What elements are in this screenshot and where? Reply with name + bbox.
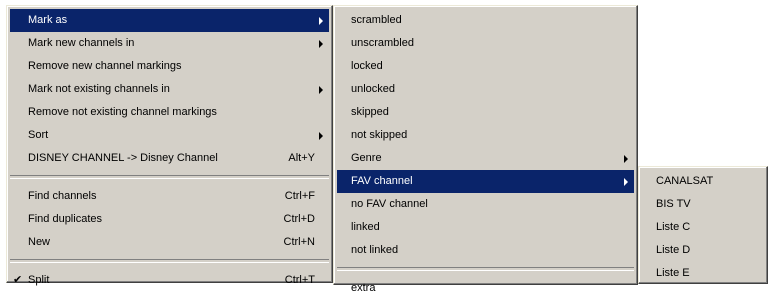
menu-item-skipped[interactable]: skipped (337, 101, 634, 124)
menu-item-label: Sort (28, 129, 49, 141)
menu-item-find-channels[interactable]: Find channels Ctrl+F (10, 185, 329, 208)
menu-item-label: Mark new channels in (28, 37, 135, 49)
menu-item-label: unscrambled (351, 37, 414, 49)
menu-item-fav-list[interactable]: Liste D (642, 239, 764, 262)
menu-item-label: BIS TV (656, 198, 691, 210)
mark-as-submenu: scrambled unscrambled locked unlocked sk… (333, 5, 638, 291)
shortcut-label: Ctrl+N (283, 236, 315, 248)
menu-item-label: scrambled (351, 14, 402, 26)
menu-item-label: Liste E (656, 267, 690, 279)
menu-item-split[interactable]: ✔ Split Ctrl+T (10, 269, 329, 292)
menu-item-label: no FAV channel (351, 198, 428, 210)
menu-item-label: locked (351, 60, 383, 72)
menu-item-label: FAV channel (351, 175, 413, 187)
menu-item-locked[interactable]: locked (337, 55, 634, 78)
menu-item-genre[interactable]: Genre (337, 147, 634, 170)
shortcut-label: Ctrl+D (283, 213, 315, 225)
menu-item-fav-list[interactable]: BIS TV (642, 193, 764, 216)
shortcut-label: Alt+Y (288, 152, 315, 164)
menu-item-label: Remove not existing channel markings (28, 106, 217, 118)
menu-separator (10, 175, 329, 179)
menu-item-mark-new-channels-in[interactable]: Mark new channels in (10, 32, 329, 55)
submenu-arrow-icon (319, 86, 323, 94)
menu-item-unscrambled[interactable]: unscrambled (337, 32, 634, 55)
menu-item-fav-channel[interactable]: FAV channel (337, 170, 634, 193)
fav-channel-submenu: CANALSAT BIS TV Liste C Liste D Liste E (638, 166, 768, 284)
submenu-arrow-icon (319, 132, 323, 140)
menu-item-label: Liste D (656, 244, 691, 256)
menu-item-new[interactable]: New Ctrl+N (10, 231, 329, 254)
check-icon: ✔ (13, 274, 23, 286)
menu-item-label: Mark as (28, 14, 68, 26)
submenu-arrow-icon (319, 17, 323, 25)
menu-item-disney-rename[interactable]: DISNEY CHANNEL -> Disney Channel Alt+Y (10, 147, 329, 170)
menu-item-label: not linked (351, 244, 399, 256)
menu-item-scrambled[interactable]: scrambled (337, 9, 634, 32)
menu-item-remove-new-channel-markings[interactable]: Remove new channel markings (10, 55, 329, 78)
menu-item-find-duplicates[interactable]: Find duplicates Ctrl+D (10, 208, 329, 231)
menu-item-label: Remove new channel markings (28, 60, 182, 72)
menu-item-label: unlocked (351, 83, 396, 95)
submenu-arrow-icon (624, 178, 628, 186)
submenu-arrow-icon (319, 40, 323, 48)
menu-item-label: Mark not existing channels in (28, 83, 170, 95)
menu-item-not-skipped[interactable]: not skipped (337, 124, 634, 147)
menu-item-label: Find duplicates (28, 213, 102, 225)
menu-item-label: New (28, 236, 51, 248)
shortcut-label: Ctrl+F (284, 190, 315, 202)
menu-item-label: Find channels (28, 190, 97, 202)
menu-item-extra[interactable]: extra (337, 277, 634, 291)
submenu-arrow-icon (624, 155, 628, 163)
menu-item-label: Genre (351, 152, 382, 164)
menu-item-label: not skipped (351, 129, 408, 141)
menu-separator (337, 267, 634, 271)
menu-item-label: linked (351, 221, 380, 233)
menu-item-label: Split (28, 274, 50, 286)
menu-item-unlocked[interactable]: unlocked (337, 78, 634, 101)
shortcut-label: Ctrl+T (284, 274, 315, 286)
menu-item-linked[interactable]: linked (337, 216, 634, 239)
menu-item-fav-list[interactable]: Liste E (642, 262, 764, 285)
menu-item-fav-list[interactable]: CANALSAT (642, 170, 764, 193)
menu-item-sort[interactable]: Sort (10, 124, 329, 147)
menu-item-fav-list[interactable]: Liste C (642, 216, 764, 239)
menu-separator (10, 259, 329, 263)
menu-item-mark-not-existing-channels-in[interactable]: Mark not existing channels in (10, 78, 329, 101)
menu-item-label: Liste C (656, 221, 691, 233)
menu-item-remove-not-existing-channel-markings[interactable]: Remove not existing channel markings (10, 101, 329, 124)
menu-item-label: CANALSAT (656, 175, 714, 187)
menu-item-no-fav-channel[interactable]: no FAV channel (337, 193, 634, 216)
menu-item-not-linked[interactable]: not linked (337, 239, 634, 262)
menu-item-label: DISNEY CHANNEL -> Disney Channel (28, 152, 218, 164)
menu-item-label: skipped (351, 106, 389, 118)
menu-item-mark-as[interactable]: Mark as (10, 9, 329, 32)
context-menu-main: Mark as Mark new channels in Remove new … (6, 5, 333, 286)
menu-item-label: extra (351, 282, 376, 291)
